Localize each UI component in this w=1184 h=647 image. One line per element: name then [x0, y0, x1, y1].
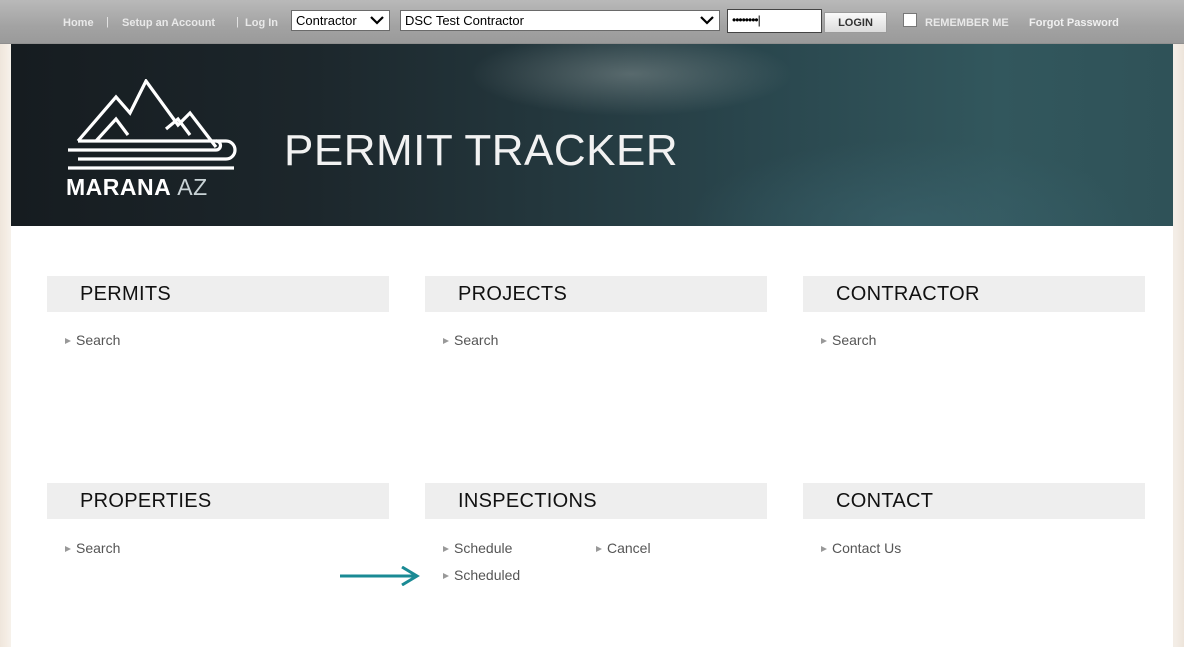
- contractor-select[interactable]: DSC Test Contractor: [400, 10, 720, 31]
- remember-me-label: REMEMBER ME: [925, 17, 1009, 29]
- contact-us-link[interactable]: Contact Us: [821, 540, 901, 556]
- bullet-triangle-icon: [65, 546, 71, 552]
- inspections-header: INSPECTIONS: [425, 483, 767, 519]
- inspections-schedule-link[interactable]: Schedule: [443, 540, 512, 556]
- password-input[interactable]: ••••••••|: [727, 9, 822, 33]
- chevron-down-icon: [700, 16, 714, 25]
- account-type-value: Contractor: [296, 13, 357, 28]
- forgot-password-link[interactable]: Forgot Password: [1029, 17, 1119, 29]
- bullet-triangle-icon: [821, 338, 827, 344]
- header-banner: MARANA AZ PERMIT TRACKER: [11, 44, 1173, 226]
- bullet-triangle-icon: [443, 573, 449, 579]
- login-link[interactable]: Log In: [245, 17, 278, 29]
- page-content: MARANA AZ PERMIT TRACKER PERMITS Search …: [11, 44, 1173, 647]
- mountain-logo-icon: [68, 79, 237, 170]
- inspections-cancel-link[interactable]: Cancel: [596, 540, 651, 556]
- separator: |: [106, 16, 109, 28]
- account-type-select[interactable]: Contractor: [291, 10, 390, 31]
- top-login-bar: Home | Setup an Account | Log In Contrac…: [0, 0, 1184, 44]
- login-button[interactable]: LOGIN: [824, 12, 887, 33]
- properties-header: PROPERTIES: [47, 483, 389, 519]
- projects-search-link[interactable]: Search: [443, 332, 498, 348]
- contractor-value: DSC Test Contractor: [405, 13, 524, 28]
- properties-search-link[interactable]: Search: [65, 540, 120, 556]
- bullet-triangle-icon: [821, 546, 827, 552]
- contact-header: CONTACT: [803, 483, 1145, 519]
- chevron-down-icon: [370, 16, 384, 25]
- home-link[interactable]: Home: [63, 17, 94, 29]
- contractor-search-link[interactable]: Search: [821, 332, 876, 348]
- logo-az: AZ: [177, 174, 208, 200]
- setup-account-link[interactable]: Setup an Account: [122, 17, 215, 29]
- permits-search-link[interactable]: Search: [65, 332, 120, 348]
- logo-wordmark: MARANA AZ: [66, 174, 208, 201]
- bullet-triangle-icon: [596, 546, 602, 552]
- contractor-header: CONTRACTOR: [803, 276, 1145, 312]
- bullet-triangle-icon: [443, 546, 449, 552]
- bullet-triangle-icon: [443, 338, 449, 344]
- password-value: ••••••••: [732, 13, 759, 27]
- permits-header: PERMITS: [47, 276, 389, 312]
- annotation-arrow-icon: [340, 566, 420, 586]
- inspections-scheduled-link[interactable]: Scheduled: [443, 567, 520, 583]
- bullet-triangle-icon: [65, 338, 71, 344]
- remember-me-checkbox[interactable]: [903, 13, 917, 27]
- projects-header: PROJECTS: [425, 276, 767, 312]
- page-title: PERMIT TRACKER: [284, 126, 679, 175]
- logo-marana: MARANA: [66, 174, 171, 200]
- separator: |: [236, 16, 239, 28]
